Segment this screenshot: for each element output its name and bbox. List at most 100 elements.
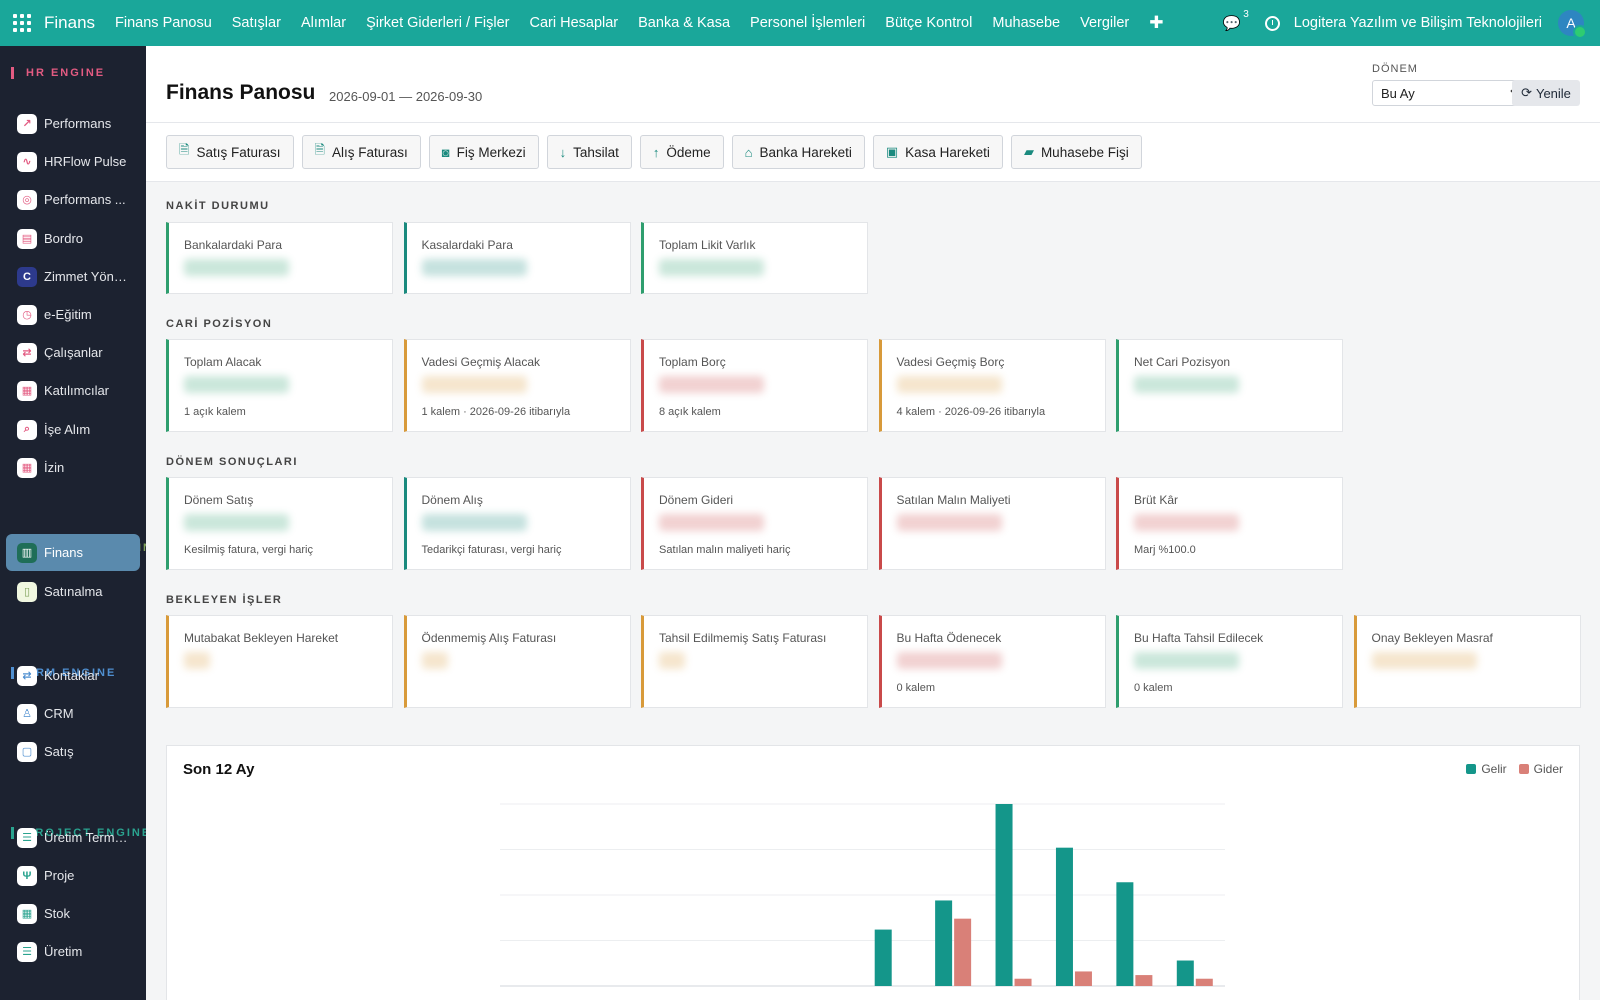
kpi-card-toplam-alacak[interactable]: Toplam Alacak 1 açık kalem — [166, 339, 393, 432]
kpi-card-bu-hafta-tahsil-edilecek[interactable]: Bu Hafta Tahsil Edilecek 0 kalem — [1116, 615, 1343, 708]
bar-gelir-6[interactable] — [874, 929, 892, 986]
muhasebe-fisi-button[interactable]: ▰ Muhasebe Fişi — [1010, 135, 1142, 169]
menu-item-banka-kasa[interactable]: Banka & Kasa — [638, 15, 730, 31]
kasa-hareketi-icon: ▣ — [885, 144, 899, 159]
chat-icon[interactable]: 💬 3 — [1223, 9, 1249, 32]
sidebar-item-proje[interactable]: Ψ Proje — [0, 857, 146, 894]
sidebar-item-label: e-Eğitim — [44, 307, 92, 322]
bar-gider-8[interactable] — [1014, 978, 1032, 986]
kpi-value-blurred — [896, 376, 1002, 393]
kpi-value-blurred — [184, 376, 289, 393]
company-switcher[interactable]: Logitera Yazılım ve Bilişim Teknolojiler… — [1294, 15, 1542, 31]
fis-merkezi-button[interactable]: ◙ Fiş Merkezi — [428, 135, 539, 169]
sidebar-item-zimmet-yon[interactable]: C Zimmet Yön… — [0, 258, 146, 295]
button-label: Kasa Hareketi — [905, 144, 990, 160]
bar-gider-9[interactable] — [1074, 971, 1092, 986]
sidebar-item-stok[interactable]: ▦ Stok — [0, 895, 146, 932]
kpi-value-blurred — [659, 514, 764, 531]
sidebar-item-crm[interactable]: ♙ CRM — [0, 695, 146, 732]
kpi-card-donem-gideri[interactable]: Dönem Gideri Satılan malın maliyeti hariç — [641, 477, 868, 570]
bar-gider-10[interactable] — [1135, 975, 1153, 986]
bar-gelir-8[interactable] — [995, 804, 1013, 986]
sidebar-item-label: Performans — [44, 116, 112, 131]
sidebar-item-ise-alim[interactable]: ⌕ İşe Alım — [0, 411, 146, 448]
sidebar-item-katilimcilar[interactable]: ▦ Katılımcılar — [0, 372, 146, 409]
kpi-card-brut-kar[interactable]: Brüt Kâr Marj %100.0 — [1116, 477, 1343, 570]
kpi-card-net-cari-pozisyon[interactable]: Net Cari Pozisyon — [1116, 339, 1343, 432]
menu-item-personel-islemleri[interactable]: Personel İşlemleri — [750, 15, 865, 31]
kontaklar-icon: ⇄ — [17, 665, 37, 686]
alis-faturasi-button[interactable]: 🗎 Alış Faturası — [301, 135, 421, 169]
add-menu-icon[interactable]: ✚ — [1149, 13, 1163, 33]
sidebar-item-izin[interactable]: ▦ İzin — [0, 449, 146, 486]
kpi-card-satilan-malin-maliyeti[interactable]: Satılan Malın Maliyeti — [878, 477, 1106, 570]
kpi-card-toplam-borc[interactable]: Toplam Borç 8 açık kalem — [641, 339, 868, 432]
sidebar-item-kontaklar[interactable]: ⇄ Kontaklar — [0, 657, 146, 694]
apps-grid-icon[interactable] — [13, 14, 31, 32]
section-title-nakit-durumu: NAKİT DURUMU — [166, 200, 270, 212]
kpi-card-vadesi-gecmis-alacak[interactable]: Vadesi Geçmiş Alacak 1 kalem · 2026-09-26… — [403, 339, 631, 432]
menu-item-vergiler[interactable]: Vergiler — [1080, 15, 1129, 31]
kasa-hareketi-button[interactable]: ▣ Kasa Hareketi — [872, 135, 1003, 169]
kpi-card-donem-alis[interactable]: Dönem Alış Tedarikçi faturası, vergi hari… — [403, 477, 631, 570]
menu-item-finans-panosu[interactable]: Finans Panosu — [115, 15, 212, 31]
tahsilat-icon: ↓ — [559, 144, 567, 160]
sidebar-item-bordro[interactable]: ▤ Bordro — [0, 220, 146, 257]
bar-gelir-10[interactable] — [1116, 882, 1134, 986]
kpi-label: Onay Bekleyen Masraf — [1371, 631, 1493, 645]
kpi-card-onay-bekleyen-masraf[interactable]: Onay Bekleyen Masraf — [1353, 615, 1581, 708]
kpi-label: Net Cari Pozisyon — [1134, 355, 1231, 369]
menu-item-muhasebe[interactable]: Muhasebe — [992, 15, 1060, 31]
bar-gelir-7[interactable] — [935, 900, 953, 986]
user-avatar[interactable]: A — [1558, 10, 1587, 39]
kpi-label: Kasalardaki Para — [421, 238, 513, 252]
sidebar-item-label: Performans ... — [44, 192, 126, 207]
performans-icon: ◎ — [17, 189, 37, 210]
period-select[interactable]: Bu Ay — [1372, 80, 1530, 106]
kpi-card-donem-satis[interactable]: Dönem Satış Kesilmiş fatura, vergi hariç — [166, 477, 393, 570]
sidebar-item-satinalma[interactable]: ▯ Satınalma — [0, 573, 146, 610]
kpi-label: Dönem Alış — [421, 493, 483, 507]
kpi-card-toplam-likit-varlik[interactable]: Toplam Likit Varlık — [641, 222, 868, 294]
section-title-donem-sonuclari: DÖNEM SONUÇLARI — [166, 456, 298, 468]
bar-gider-7[interactable] — [954, 918, 972, 986]
kpi-card-bu-hafta-odenecek[interactable]: Bu Hafta Ödenecek 0 kalem — [878, 615, 1106, 708]
period-label: DÖNEM — [1372, 63, 1418, 75]
kpi-subtext: 4 kalem · 2026-09-26 itibarıyla — [896, 406, 1046, 418]
sidebar-item-performans[interactable]: ↗ Performans — [0, 105, 146, 142]
menu-item-sirket-giderleri-fisler[interactable]: Şirket Giderleri / Fişler — [366, 15, 509, 31]
bar-gelir-11[interactable] — [1176, 960, 1194, 986]
sidebar-item-calisanlar[interactable]: ⇄ Çalışanlar — [0, 334, 146, 371]
banka-hareketi-button[interactable]: ⌂ Banka Hareketi — [731, 135, 865, 169]
sidebar-item-performans[interactable]: ◎ Performans ... — [0, 181, 146, 218]
kpi-card-vadesi-gecmis-borc[interactable]: Vadesi Geçmiş Borç 4 kalem · 2026-09-26 i… — [878, 339, 1106, 432]
menu-item-cari-hesaplar[interactable]: Cari Hesaplar — [529, 15, 618, 31]
app-brand[interactable]: Finans — [44, 13, 95, 33]
kpi-card-bankalardaki-para[interactable]: Bankalardaki Para — [166, 222, 393, 294]
bar-gelir-9[interactable] — [1055, 847, 1073, 986]
kpi-card-odenmemis-alis-faturasi[interactable]: Ödenmemiş Alış Faturası — [403, 615, 631, 708]
sidebar-item-finans[interactable]: ▥ Finans — [6, 534, 140, 571]
kpi-card-tahsil-edilmemis-satis-faturasi[interactable]: Tahsil Edilmemiş Satış Faturası — [641, 615, 868, 708]
menu-item-butce-kontrol[interactable]: Bütçe Kontrol — [885, 15, 972, 31]
menu-item-satislar[interactable]: Satışlar — [232, 15, 281, 31]
activity-clock-icon[interactable] — [1264, 15, 1280, 31]
kpi-label: Brüt Kâr — [1134, 493, 1179, 507]
kpi-card-mutabakat-bekleyen-hareket[interactable]: Mutabakat Bekleyen Hareket — [166, 615, 393, 708]
bar-gider-11[interactable] — [1195, 978, 1213, 986]
sidebar-item-satis[interactable]: ▢ Satış — [0, 733, 146, 770]
menu-item-alimlar[interactable]: Alımlar — [301, 15, 346, 31]
chart-plot — [500, 803, 1225, 987]
section-title-bekleyen-isler: BEKLEYEN İŞLER — [166, 594, 283, 606]
alis-faturasi-icon: 🗎 — [314, 142, 325, 157]
satis-faturasi-button[interactable]: 🗎 Satış Faturası — [166, 135, 294, 169]
sidebar-item-e-egitim[interactable]: ◷ e-Eğitim — [0, 296, 146, 333]
kpi-card-kasalardaki-para[interactable]: Kasalardaki Para — [403, 222, 631, 294]
sidebar-item-label: İzin — [44, 460, 65, 475]
sidebar-item-hrflow-pulse[interactable]: ∿ HRFlow Pulse — [0, 143, 146, 180]
odeme-button[interactable]: ↑ Ödeme — [639, 135, 724, 169]
refresh-button[interactable]: ⟳ Yenile — [1512, 80, 1580, 106]
sidebar-item-uretim-term[interactable]: ☰ Üretim Term… — [0, 819, 146, 856]
tahsilat-button[interactable]: ↓ Tahsilat — [546, 135, 632, 169]
sidebar-item-uretim[interactable]: ☰ Üretim — [0, 933, 146, 970]
